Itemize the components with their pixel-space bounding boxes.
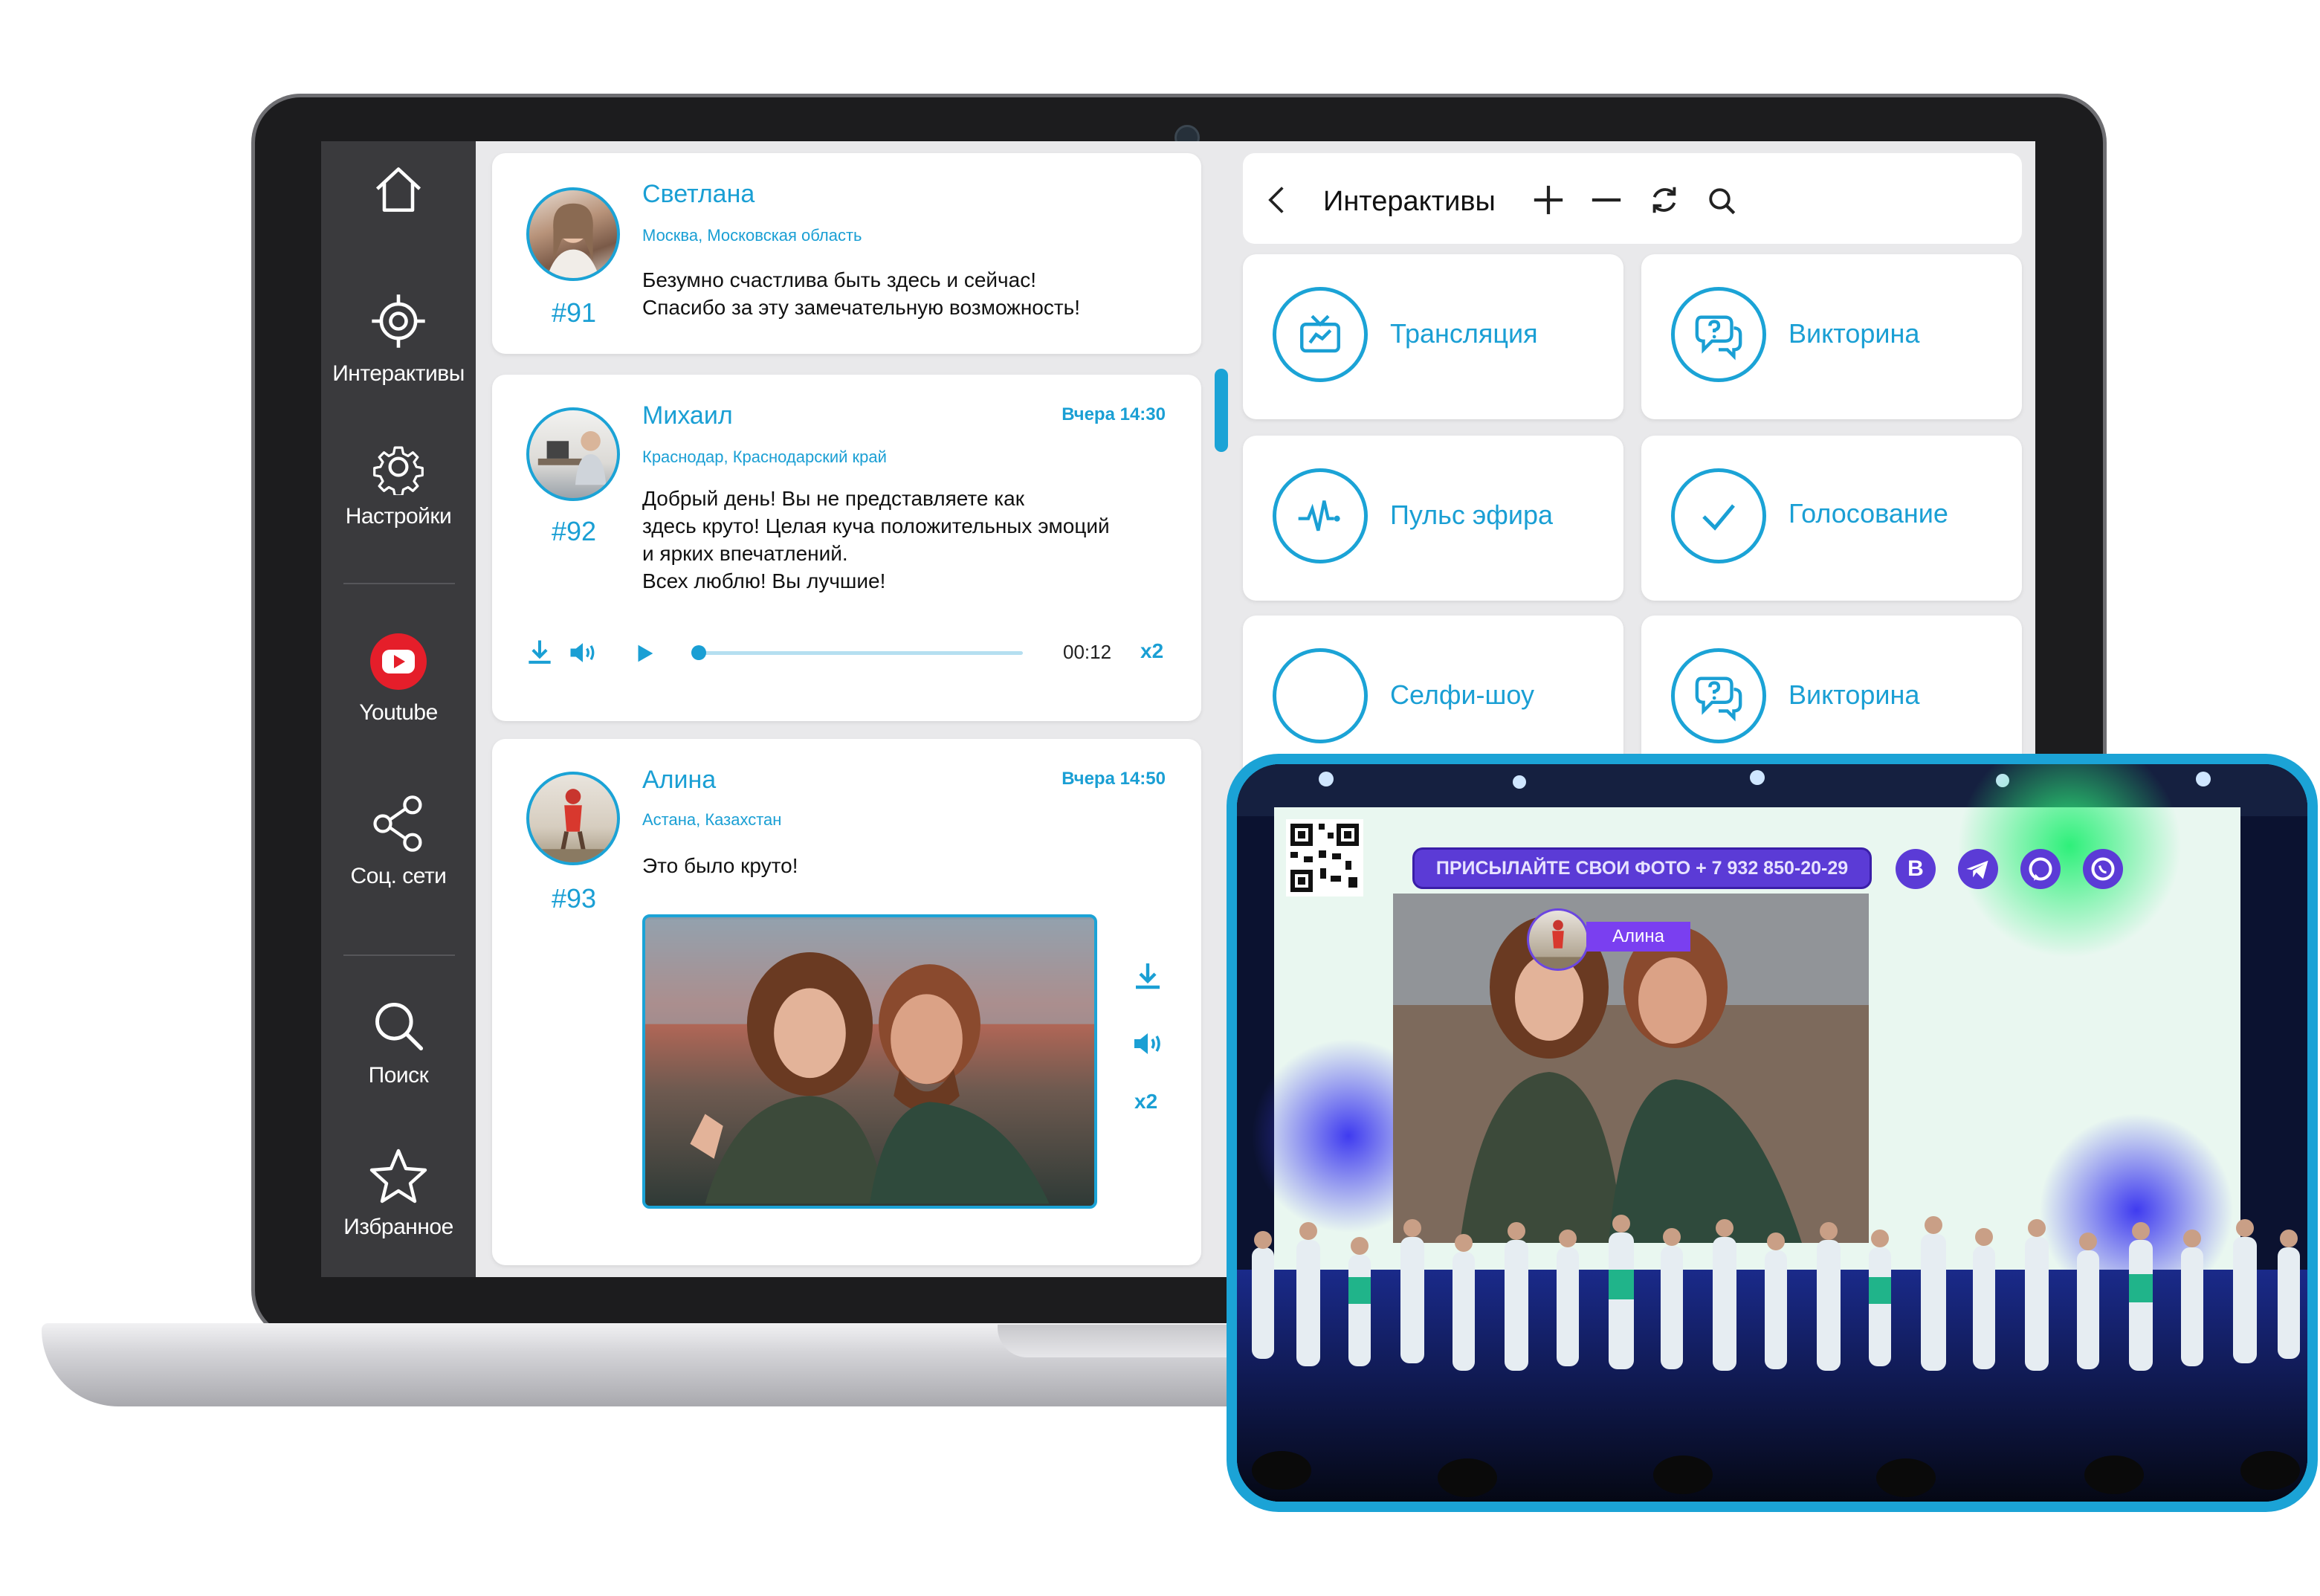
download-icon[interactable] — [1130, 959, 1166, 995]
avatar — [526, 772, 620, 865]
photo-banner: ПРИСЫЛАЙТЕ СВОИ ФОТО + 7 932 850-20-29 — [1412, 847, 1872, 889]
stage-preview-frame: ПРИСЫЛАЙТЕ СВОИ ФОТО + 7 932 850-20-29 В… — [1227, 754, 2318, 1512]
sidebar-divider — [343, 954, 455, 956]
sidebar-item-social[interactable]: Соц. сети — [321, 792, 476, 889]
sidebar-item-search[interactable]: Поиск — [321, 998, 476, 1088]
tile-label: Селфи-шоу — [1390, 679, 1535, 710]
sidebar-label-social: Соц. сети — [350, 864, 447, 888]
avatar-portrait — [546, 203, 600, 278]
tile-label: Пульс эфира — [1390, 500, 1553, 530]
sidebar-divider — [343, 583, 455, 584]
gear-icon — [373, 446, 424, 495]
remove-icon[interactable] — [1589, 183, 1623, 217]
post-timestamp: Вчера 14:50 — [1062, 769, 1166, 789]
selfie-photo[interactable] — [642, 914, 1097, 1209]
post-author: Михаил — [642, 401, 733, 430]
sidebar-item-settings[interactable]: Настройки — [321, 439, 476, 529]
sidebar-item-favorites[interactable]: Избранное — [321, 1146, 476, 1240]
sidebar-label-search: Поиск — [368, 1063, 429, 1088]
share-icon — [373, 795, 422, 852]
youtube-icon — [370, 633, 427, 690]
selfie-icon — [1273, 648, 1368, 743]
sidebar-label-favorites: Избранное — [343, 1215, 453, 1239]
home-icon — [375, 167, 421, 212]
check-vote-icon — [1671, 468, 1766, 563]
back-chevron-icon[interactable] — [1261, 181, 1293, 219]
playback-speed-button[interactable]: x2 — [1140, 639, 1163, 663]
playback-speed-button[interactable]: x2 — [1134, 1090, 1157, 1114]
audio-time: 00:12 — [1063, 641, 1112, 663]
post-text: Безумно счастлива быть здесь и сейчас! С… — [642, 268, 1081, 319]
sidebar-label-settings: Настройки — [345, 504, 452, 529]
tile-pulse[interactable]: Пульс эфира — [1243, 436, 1623, 601]
broadcast-tv-icon — [1273, 287, 1368, 382]
audio-progress-handle[interactable] — [691, 645, 706, 660]
avatar — [526, 407, 620, 501]
add-icon[interactable] — [1531, 183, 1565, 217]
post-card[interactable]: #93 Алина Вчера 14:50 Астана, Казахстан … — [492, 739, 1201, 1265]
post-location: Москва, Московская область — [642, 226, 862, 245]
post-author: Светлана — [642, 180, 755, 208]
tile-quiz[interactable]: Викторина — [1641, 254, 2022, 419]
qr-code-icon — [1286, 819, 1363, 896]
viber-icon — [2020, 849, 2061, 889]
feed-scrollbar[interactable] — [1215, 369, 1228, 452]
pulse-icon — [1273, 468, 1368, 563]
volume-icon[interactable] — [1130, 1026, 1166, 1062]
sidebar-item-interactives[interactable]: Интерактивы — [321, 290, 476, 387]
selfie-image — [645, 919, 1094, 1204]
search-icon[interactable] — [1707, 186, 1738, 217]
panel-title: Интерактивы — [1323, 186, 1496, 217]
avatar — [526, 187, 620, 281]
tile-broadcast[interactable]: Трансляция — [1243, 254, 1623, 419]
post-location: Краснодар, Краснодарский край — [642, 448, 887, 466]
post-card[interactable]: #92 Михаил Вчера 14:30 Краснодар, Красно… — [492, 375, 1201, 721]
search-icon — [375, 1003, 424, 1051]
avatar-portrait — [529, 789, 617, 862]
avatar-portrait — [537, 431, 607, 485]
telegram-icon — [1958, 849, 1998, 889]
author-avatar — [1527, 908, 1589, 971]
target-icon — [372, 294, 425, 348]
refresh-icon[interactable] — [1647, 183, 1681, 217]
post-author: Алина — [642, 766, 717, 794]
post-text: Это было круто! — [642, 854, 798, 877]
message-feed: #91 Светлана Москва, Московская область … — [476, 141, 1219, 1277]
post-card[interactable]: #91 Светлана Москва, Московская область … — [492, 153, 1201, 354]
tile-label: Викторина — [1789, 318, 1920, 349]
play-icon[interactable] — [632, 641, 657, 666]
author-name-tag: Алина — [1586, 922, 1690, 952]
vk-icon: В — [1896, 849, 1936, 889]
sidebar-label-youtube: Youtube — [359, 700, 438, 725]
audio-progress-track[interactable] — [691, 645, 1023, 660]
tile-label: Трансляция — [1390, 318, 1538, 349]
download-icon[interactable] — [523, 636, 556, 669]
quiz-chat-icon — [1671, 648, 1766, 743]
sidebar-item-youtube[interactable]: Youtube — [321, 632, 476, 726]
tile-label: Викторина — [1789, 679, 1920, 710]
post-text: Добрый день! Вы не представляете как зде… — [642, 487, 1110, 592]
star-icon — [369, 1148, 427, 1204]
whatsapp-icon — [2083, 849, 2123, 889]
stage-preview: ПРИСЫЛАЙТЕ СВОИ ФОТО + 7 932 850-20-29 В… — [1237, 764, 2307, 1502]
post-number: #92 — [551, 516, 597, 546]
sidebar: Интерактивы Настройки Youtube Соц. сети … — [321, 141, 476, 1277]
sidebar-label-interactives: Интерактивы — [332, 361, 465, 386]
tile-voting[interactable]: Голосование — [1641, 436, 2022, 601]
tile-label: Голосование — [1789, 498, 1948, 529]
post-number: #91 — [551, 297, 597, 328]
post-number: #93 — [551, 883, 597, 914]
volume-icon[interactable] — [566, 636, 599, 669]
post-location: Астана, Казахстан — [642, 810, 782, 829]
quiz-chat-icon — [1671, 287, 1766, 382]
sidebar-item-home[interactable] — [321, 162, 476, 219]
interactives-toolbar: Интерактивы — [1243, 153, 2022, 244]
post-timestamp: Вчера 14:30 — [1062, 404, 1166, 424]
